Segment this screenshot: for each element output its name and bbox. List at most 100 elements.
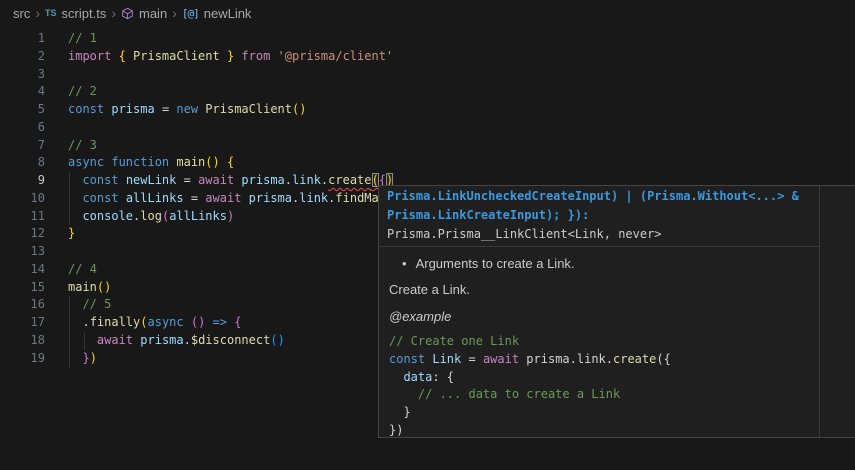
breadcrumb-item-newlink[interactable]: [@]newLink — [182, 6, 252, 21]
code-token: () — [205, 155, 219, 169]
code-line-text: }) — [68, 350, 97, 368]
code-token: // 2 — [68, 84, 97, 98]
line-number: 18 — [0, 332, 45, 350]
code-token: // 4 — [68, 262, 97, 276]
code-token: '@prisma/client' — [278, 49, 394, 63]
code-token: // 3 — [68, 138, 97, 152]
code-token: main — [68, 280, 97, 294]
hover-tooltip: Prisma.LinkUncheckedCreateInput) | (Pris… — [378, 185, 855, 438]
line-number: 13 — [0, 243, 45, 261]
code-token: // Create one Link — [389, 334, 519, 348]
variable-symbol-icon: [@] — [182, 7, 199, 20]
code-token: () — [97, 280, 111, 294]
line-number: 1 — [0, 30, 45, 48]
breadcrumb: src›TSscript.ts›main›[@]newLink — [0, 0, 855, 26]
indent-guide — [84, 332, 85, 350]
code-token: { — [234, 315, 241, 329]
line-number: 14 — [0, 261, 45, 279]
code-token — [68, 173, 82, 187]
code-token: import — [68, 49, 119, 63]
signature-section: Prisma.LinkUncheckedCreateInput) | (Pris… — [379, 186, 819, 247]
code-token: Link — [432, 352, 468, 366]
code-token — [68, 297, 82, 311]
code-token: newLink — [126, 173, 184, 187]
breadcrumb-item-label: script.ts — [62, 6, 107, 21]
code-token: data — [403, 370, 432, 384]
breadcrumb-item-label: main — [139, 6, 167, 21]
code-token: { — [227, 155, 234, 169]
code-token: main — [176, 155, 205, 169]
code-token: await — [483, 352, 526, 366]
code-line-text: async function main() { — [68, 154, 234, 172]
code-token: } — [220, 49, 234, 63]
code-token — [68, 351, 82, 365]
signature-line: Prisma.Prisma__LinkClient<Link, never> — [387, 225, 811, 244]
line-number: 11 — [0, 208, 45, 226]
code-token: () — [292, 102, 306, 116]
code-line[interactable]: 8async function main() { — [0, 154, 855, 172]
code-token: await — [97, 333, 140, 347]
code-token: log — [140, 209, 162, 223]
code-token: PrismaClient — [205, 102, 292, 116]
code-line-text: // 4 — [68, 261, 97, 279]
code-token: => — [213, 315, 227, 329]
code-token: . — [184, 333, 191, 347]
line-number: 5 — [0, 101, 45, 119]
code-token: ( — [140, 315, 147, 329]
example-code-line: // ... data to create a Link — [389, 386, 809, 404]
code-line[interactable]: 1 // 1 — [0, 30, 855, 48]
code-token: async — [148, 315, 191, 329]
code-token: link — [299, 191, 328, 205]
code-line-text: // 5 — [68, 296, 111, 314]
code-line-text: console.log(allLinks) — [68, 208, 234, 226]
code-token: prisma.link. — [526, 352, 613, 366]
code-token: = — [468, 352, 482, 366]
code-line[interactable]: 7// 3 — [0, 137, 855, 155]
code-line-text: .finally(async () => { — [68, 314, 241, 332]
code-token: () — [270, 333, 284, 347]
code-line[interactable]: 6 — [0, 119, 855, 137]
line-number: 2 — [0, 48, 45, 66]
code-line-text: main() — [68, 279, 111, 297]
code-token: () — [191, 315, 205, 329]
example-code-line: }) — [389, 422, 809, 437]
code-line-text: // 3 — [68, 137, 97, 155]
line-number: 15 — [0, 279, 45, 297]
signature-line: Prisma.LinkCreateInput); }): — [387, 206, 811, 225]
code-token: prisma — [111, 102, 162, 116]
example-code-line: data: { — [389, 369, 809, 387]
code-token: const — [82, 173, 125, 187]
code-token: : { — [432, 370, 454, 384]
breadcrumb-item-main[interactable]: main — [121, 6, 167, 21]
code-token: { — [119, 49, 133, 63]
code-token: = — [191, 191, 205, 205]
code-line-text: // 2 — [68, 83, 97, 101]
docs-bullet-text: Arguments to create a Link. — [416, 256, 575, 271]
docs-description: Create a Link. — [389, 282, 809, 297]
code-line-text: // 1 — [68, 30, 97, 48]
code-line[interactable]: 2 import { PrismaClient } from '@prisma/c… — [0, 48, 855, 66]
code-token: const — [68, 102, 111, 116]
line-number: 17 — [0, 314, 45, 332]
code-token: ) — [90, 351, 97, 365]
code-line[interactable]: 5const prisma = new PrismaClient() — [0, 101, 855, 119]
tooltip-scrollbar[interactable] — [820, 186, 855, 437]
breadcrumb-item-script-ts[interactable]: TSscript.ts — [45, 6, 106, 21]
code-line[interactable]: 3 — [0, 66, 855, 84]
indent-guide — [69, 296, 70, 367]
code-line[interactable]: 4// 2 — [0, 83, 855, 101]
hover-tooltip-content: Prisma.LinkUncheckedCreateInput) | (Pris… — [379, 186, 820, 437]
code-token: // 1 — [68, 31, 97, 45]
code-line-text: const newLink = await prisma.link.create… — [68, 172, 393, 190]
code-line-text: const allLinks = await prisma.link.findM… — [68, 190, 379, 208]
breadcrumb-item-src[interactable]: src — [13, 6, 30, 21]
code-token: = — [162, 102, 176, 116]
code-token: allLinks — [169, 209, 227, 223]
docs-example-code: // Create one Linkconst Link = await pri… — [389, 333, 809, 437]
code-token: prisma — [241, 173, 284, 187]
code-line-text: import { PrismaClient } from '@prisma/cl… — [68, 48, 393, 66]
code-token: await — [205, 191, 248, 205]
docs-section: • Arguments to create a Link. Create a L… — [379, 247, 819, 437]
code-token: prisma — [140, 333, 183, 347]
docs-bullet-item: • Arguments to create a Link. — [389, 256, 809, 271]
